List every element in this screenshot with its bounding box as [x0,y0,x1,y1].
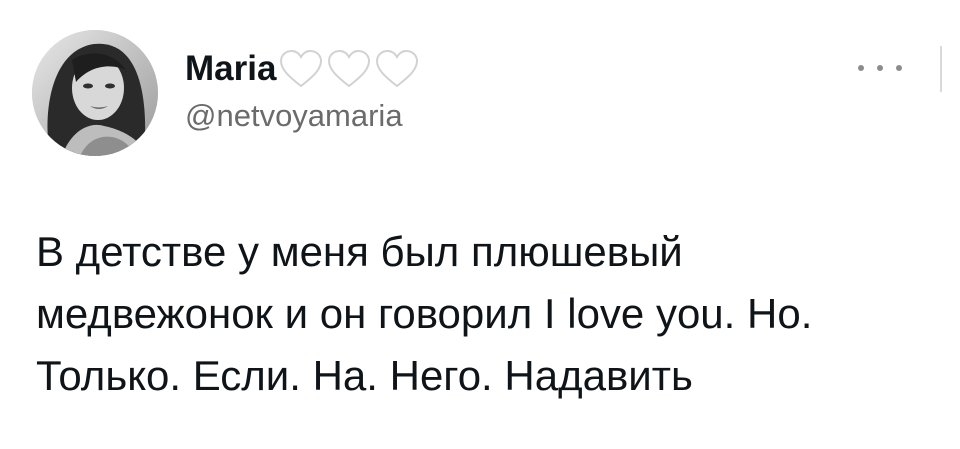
name-emoji-group [278,48,420,90]
white-heart-icon [374,48,420,90]
divider [940,46,942,92]
more-options-button[interactable] [858,56,902,80]
name-row: Maria [185,46,420,92]
avatar[interactable] [32,30,158,156]
user-handle[interactable]: @netvoyamaria [185,98,420,134]
display-name[interactable]: Maria [185,49,276,89]
more-horizontal-icon [896,65,902,71]
white-heart-icon [326,48,372,90]
tweet-text-line: медвежонок и он говорил I love you. Но. [36,290,813,337]
tweet-card: Maria @netvoyamaria В детстве у меня был… [0,0,960,449]
author-block: Maria @netvoyamaria [185,46,420,134]
more-horizontal-icon [877,65,883,71]
more-horizontal-icon [858,65,864,71]
tweet-text-line: Только. Если. На. Него. Надавить [36,352,693,399]
tweet-text: В детстве у меня был плюшевый медвежонок… [36,221,936,407]
tweet-text-line: В детстве у меня был плюшевый [36,228,683,275]
white-heart-icon [278,48,324,90]
avatar-photo [32,30,158,156]
